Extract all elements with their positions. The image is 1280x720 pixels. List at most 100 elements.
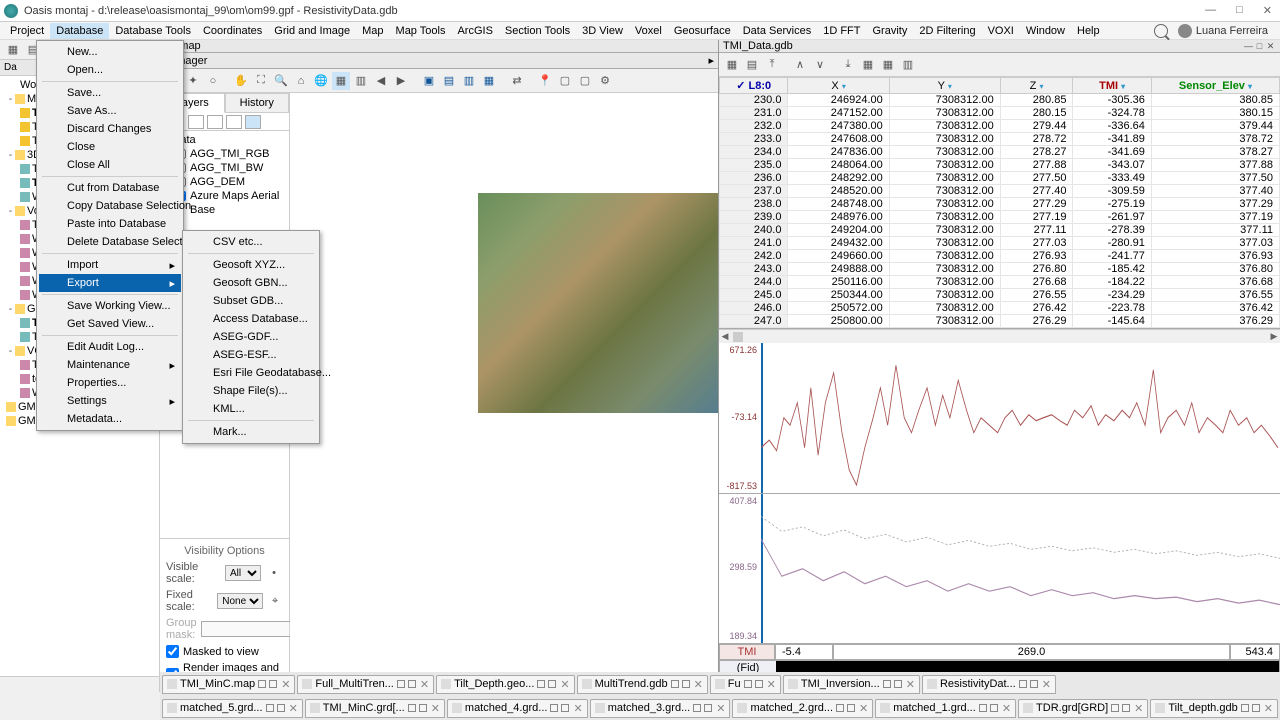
- map-canvas[interactable]: | Data:AG: [290, 93, 718, 692]
- menu-cut-db[interactable]: Cut from Database: [39, 179, 181, 197]
- visible-scale-btn[interactable]: •: [265, 564, 283, 582]
- map-tool-link-icon[interactable]: ⇄: [508, 72, 526, 90]
- visible-scale-select[interactable]: All: [225, 565, 261, 581]
- db-tool-up-icon[interactable]: ⤒: [763, 56, 781, 74]
- menu-settings[interactable]: Settings: [39, 392, 181, 410]
- tree-hscroll[interactable]: [0, 676, 159, 692]
- layermode-1-icon[interactable]: [188, 115, 204, 129]
- map-tool-circle-icon[interactable]: ○: [204, 72, 222, 90]
- doc-tab[interactable]: TMI_MinC.grd[...✕: [305, 699, 445, 718]
- export-aseg-gdf-[interactable]: ASEG-GDF...: [185, 328, 317, 346]
- db-min-icon[interactable]: —: [1243, 41, 1254, 52]
- menu-new[interactable]: New...: [39, 43, 181, 61]
- minimize-button[interactable]: —: [1201, 4, 1220, 17]
- map-tool-back-icon[interactable]: ◀: [372, 72, 390, 90]
- doc-tab[interactable]: MultiTrend.gdb✕: [577, 675, 708, 694]
- layermode-4-icon[interactable]: [245, 115, 261, 129]
- doc-tab[interactable]: Full_MultiTren...✕: [297, 675, 434, 694]
- export-geosoft-gbn-[interactable]: Geosoft GBN...: [185, 274, 317, 292]
- menu-1d-fft[interactable]: 1D FFT: [817, 23, 866, 39]
- menu-project[interactable]: Project: [4, 23, 50, 39]
- export-csv-etc-[interactable]: CSV etc...: [185, 233, 317, 251]
- user-badge[interactable]: Luana Ferreira: [1178, 24, 1276, 38]
- export-access-database-[interactable]: Access Database...: [185, 310, 317, 328]
- doc-tab[interactable]: TMI_MinC.map✕: [162, 675, 295, 694]
- db-max-icon[interactable]: □: [1254, 41, 1265, 52]
- layermode-3-icon[interactable]: [226, 115, 242, 129]
- db-tool-prev-icon[interactable]: ∧: [791, 56, 809, 74]
- export-shape-file-s-[interactable]: Shape File(s)...: [185, 382, 317, 400]
- menu-save-as[interactable]: Save As...: [39, 102, 181, 120]
- maximize-button[interactable]: □: [1232, 4, 1247, 17]
- doc-tab[interactable]: TMI_Inversion...✕: [783, 675, 920, 694]
- explorer-tool1-icon[interactable]: ▦: [4, 41, 22, 59]
- map-tool-star-icon[interactable]: ✦: [184, 72, 202, 90]
- menu-arcgis[interactable]: ArcGIS: [451, 23, 498, 39]
- menu-discard[interactable]: Discard Changes: [39, 120, 181, 138]
- fixed-scale-select[interactable]: None: [217, 593, 263, 609]
- menu-export[interactable]: Export: [39, 274, 181, 292]
- search-icon[interactable]: [1154, 24, 1168, 38]
- db-close-icon[interactable]: ✕: [1265, 41, 1276, 52]
- menu-audit[interactable]: Edit Audit Log...: [39, 338, 181, 356]
- close-button[interactable]: ✕: [1259, 4, 1276, 17]
- menu-close[interactable]: Close: [39, 138, 181, 156]
- doc-tab[interactable]: Tilt_depth.gdb✕: [1150, 699, 1278, 718]
- doc-tab[interactable]: matched_3.grd...✕: [590, 699, 731, 718]
- db-tool-cols-icon[interactable]: ▥: [899, 56, 917, 74]
- menu-voxi[interactable]: VOXI: [982, 23, 1020, 39]
- map-tool-zoom-icon[interactable]: 🔍: [272, 72, 290, 90]
- masked-to-view-check[interactable]: [166, 645, 179, 658]
- profile-elev[interactable]: 407.84 298.59 189.34: [719, 494, 1280, 645]
- export-mark-[interactable]: Mark...: [185, 423, 317, 441]
- map-tool-blue2-icon[interactable]: ▤: [440, 72, 458, 90]
- menu-database-tools[interactable]: Database Tools: [109, 23, 197, 39]
- menu-help[interactable]: Help: [1071, 23, 1106, 39]
- doc-tab[interactable]: Tilt_Depth.geo...✕: [436, 675, 575, 694]
- doc-tab[interactable]: matched_4.grd...✕: [447, 699, 588, 718]
- db-tool-grid-icon[interactable]: ▦: [859, 56, 877, 74]
- menu-props[interactable]: Properties...: [39, 374, 181, 392]
- menu-import[interactable]: Import: [39, 256, 181, 274]
- doc-tab[interactable]: ResistivityDat...✕: [922, 675, 1056, 694]
- menu-2d-filtering[interactable]: 2D Filtering: [913, 23, 981, 39]
- menu-geosurface[interactable]: Geosurface: [668, 23, 737, 39]
- map-tool-blue1-icon[interactable]: ▣: [420, 72, 438, 90]
- doc-tab[interactable]: Fu✕: [710, 675, 781, 694]
- menu-save[interactable]: Save...: [39, 84, 181, 102]
- doc-tab[interactable]: matched_2.grd...✕: [732, 699, 873, 718]
- menu-section-tools[interactable]: Section Tools: [499, 23, 576, 39]
- db-tool-1-icon[interactable]: ▦: [723, 56, 741, 74]
- menu-open[interactable]: Open...: [39, 61, 181, 79]
- map-tool-pin-icon[interactable]: 📍: [536, 72, 554, 90]
- map-tool-pan-icon[interactable]: ✋: [232, 72, 250, 90]
- menu-map-tools[interactable]: Map Tools: [390, 23, 452, 39]
- layermode-2-icon[interactable]: [207, 115, 223, 129]
- db-tool-2-icon[interactable]: ▤: [743, 56, 761, 74]
- menu-gravity[interactable]: Gravity: [866, 23, 913, 39]
- doc-tab[interactable]: matched_1.grd...✕: [875, 699, 1016, 718]
- db-tool-next-icon[interactable]: ∨: [811, 56, 829, 74]
- menu-window[interactable]: Window: [1020, 23, 1071, 39]
- menu-data-services[interactable]: Data Services: [737, 23, 817, 39]
- map-tool-home-icon[interactable]: ⌂: [292, 72, 310, 90]
- map-tool-fwd-icon[interactable]: ▶: [392, 72, 410, 90]
- menu-close-all[interactable]: Close All: [39, 156, 181, 174]
- doc-tab[interactable]: matched_5.grd...✕: [162, 699, 303, 718]
- menu-get-view[interactable]: Get Saved View...: [39, 315, 181, 333]
- map-tool-x2-icon[interactable]: ▢: [576, 72, 594, 90]
- table-hscroll[interactable]: ◀▶: [719, 329, 1280, 343]
- map-tool-layer-icon[interactable]: ▦: [332, 72, 350, 90]
- menu-grid-image[interactable]: Grid and Image: [268, 23, 356, 39]
- menu-delete-db[interactable]: Delete Database Selection: [39, 233, 181, 251]
- map-tool-blue4-icon[interactable]: ▦: [480, 72, 498, 90]
- map-tool-layers2-icon[interactable]: ▥: [352, 72, 370, 90]
- menu-maint[interactable]: Maintenance: [39, 356, 181, 374]
- export-kml-[interactable]: KML...: [185, 400, 317, 418]
- menu-save-view[interactable]: Save Working View...: [39, 297, 181, 315]
- menu-voxel[interactable]: Voxel: [629, 23, 668, 39]
- menu-database[interactable]: Database: [50, 23, 109, 39]
- export-aseg-esf-[interactable]: ASEG-ESF...: [185, 346, 317, 364]
- menu-copy-db[interactable]: Copy Database Selection: [39, 197, 181, 215]
- export-subset-gdb-[interactable]: Subset GDB...: [185, 292, 317, 310]
